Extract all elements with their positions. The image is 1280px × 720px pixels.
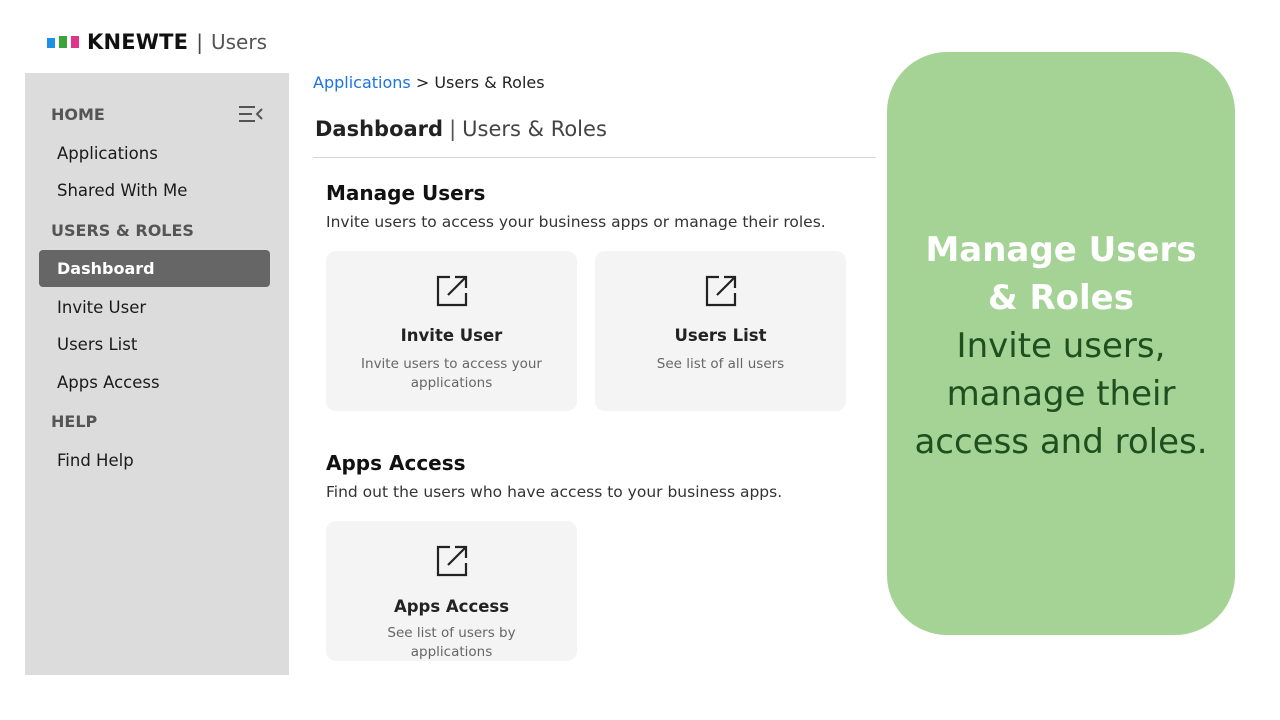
breadcrumb-current: Users & Roles <box>434 73 545 92</box>
sidebar-item-dashboard[interactable]: Dashboard <box>39 250 270 287</box>
card-description: See list of all users <box>656 356 785 372</box>
logo-square-blue <box>47 38 55 48</box>
page-title-main: Dashboard <box>315 117 444 141</box>
sidebar: HOME Applications Shared With Me USERS &… <box>25 73 289 675</box>
sidebar-heading-users-roles: USERS & ROLES <box>51 221 194 240</box>
page-title: Dashboard | Users & Roles <box>315 117 607 141</box>
callout-panel: Manage Users & Roles Invite users, manag… <box>887 52 1235 635</box>
app-section-title: Users <box>210 30 267 54</box>
sidebar-item-invite-user[interactable]: Invite User <box>57 298 146 317</box>
card-description: Invite users to access your applications <box>361 356 542 391</box>
callout-title-line1: Manage Users <box>925 230 1197 270</box>
sidebar-heading-home: HOME <box>51 105 105 124</box>
sidebar-item-dashboard-label: Dashboard <box>57 259 155 278</box>
sidebar-item-applications[interactable]: Applications <box>57 144 158 163</box>
header-separator: | <box>196 30 203 54</box>
brand-name: KNEWTE <box>87 30 189 54</box>
sidebar-item-find-help[interactable]: Find Help <box>57 451 134 470</box>
sidebar-item-apps-access[interactable]: Apps Access <box>57 373 160 392</box>
card-title: Invite User <box>400 326 503 345</box>
card-title: Users List <box>674 326 767 345</box>
callout-body-line1: Invite users, <box>956 326 1166 366</box>
section-description-manage-users: Invite users to access your business app… <box>326 213 826 231</box>
callout-text: Manage Users & Roles Invite users, manag… <box>887 226 1235 466</box>
card-description: See list of users by applications <box>387 625 516 660</box>
page-title-separator: | <box>449 117 457 141</box>
callout-body-line2: manage their <box>946 374 1176 414</box>
section-title-manage-users: Manage Users <box>326 181 486 205</box>
card-title: Apps Access <box>393 597 510 616</box>
callout-title-line2: & Roles <box>988 278 1134 318</box>
breadcrumb-separator: > <box>415 73 430 92</box>
app-logo: KNEWTE | Users <box>47 28 267 56</box>
sidebar-item-users-list[interactable]: Users List <box>57 335 137 354</box>
section-title-apps-access: Apps Access <box>326 451 466 475</box>
card-apps-access[interactable]: Apps Access See list of users by applica… <box>326 521 577 661</box>
card-invite-user[interactable]: Invite User Invite users to access your … <box>326 251 577 411</box>
breadcrumb-link-applications[interactable]: Applications <box>313 73 411 92</box>
sidebar-item-shared-with-me[interactable]: Shared With Me <box>57 181 187 200</box>
title-divider <box>313 157 876 158</box>
section-description-apps-access: Find out the users who have access to yo… <box>326 483 783 501</box>
collapse-sidebar-icon[interactable] <box>238 104 264 124</box>
callout-body-line3: access and roles. <box>914 422 1208 462</box>
logo-square-pink <box>71 36 79 48</box>
logo-square-green <box>59 36 67 48</box>
external-link-icon <box>705 275 737 307</box>
external-link-icon <box>436 545 468 577</box>
sidebar-heading-help: HELP <box>51 412 98 431</box>
breadcrumb: Applications > Users & Roles <box>313 73 545 92</box>
page-title-sub: Users & Roles <box>462 117 607 141</box>
card-users-list[interactable]: Users List See list of all users <box>595 251 846 411</box>
external-link-icon <box>436 275 468 307</box>
